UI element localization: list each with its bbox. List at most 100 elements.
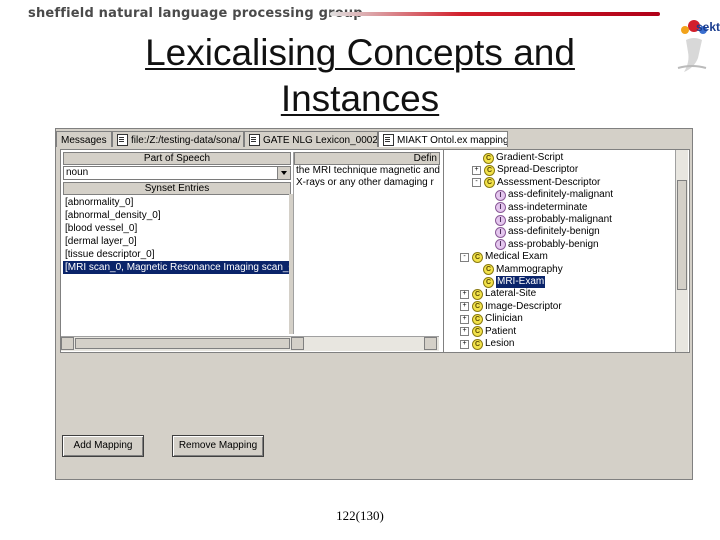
definition-header: Defin bbox=[294, 152, 440, 165]
tree-node[interactable]: C Mammography bbox=[472, 264, 563, 276]
mapping-icon bbox=[383, 134, 394, 146]
tree-node[interactable]: Iass-definitely-benign bbox=[484, 226, 600, 238]
definition-line: X-rays or any other damaging r bbox=[296, 177, 434, 188]
class-icon: C bbox=[472, 288, 483, 300]
expand-icon[interactable]: + bbox=[460, 327, 469, 337]
slide-title: Lexicalising Concepts and Instances bbox=[60, 30, 660, 122]
class-icon: C bbox=[483, 264, 494, 276]
tab-label: GATE NLG Lexicon_0002C bbox=[263, 134, 378, 146]
scrollbar-thumb[interactable] bbox=[677, 180, 687, 290]
remove-mapping-button[interactable]: Remove Mapping bbox=[172, 435, 264, 457]
instance-icon: I bbox=[495, 226, 506, 238]
ontolex-mapping-window: Messages file:/Z:/testing-data/sona/ GAT… bbox=[55, 128, 693, 480]
tree-node[interactable]: - C Medical Exam bbox=[460, 251, 548, 263]
tree-node[interactable]: C Gradient-Script bbox=[472, 152, 563, 164]
tree-node-label: Image-Descriptor bbox=[485, 300, 562, 312]
horizontal-scrollbar[interactable] bbox=[61, 336, 439, 351]
instance-icon: I bbox=[495, 239, 506, 251]
tree-node[interactable]: + C Lateral-Site bbox=[460, 288, 536, 300]
tree-node-label: ass-definitely-malignant bbox=[508, 189, 614, 201]
scroll-left-button[interactable] bbox=[61, 337, 74, 350]
class-icon: C bbox=[483, 276, 494, 288]
mapping-panel: Part of Speech noun Synset Entries [abno… bbox=[60, 149, 690, 353]
instance-icon: I bbox=[495, 202, 506, 214]
lexicon-column: Part of Speech noun Synset Entries [abno… bbox=[63, 152, 291, 336]
synset-entries-list: [abnormality_0] [abnormal_density_0] [bl… bbox=[63, 196, 291, 336]
tree-node[interactable]: Iass-indeterminate bbox=[484, 202, 587, 214]
tree-node[interactable]: Iass-probably-malignant bbox=[484, 214, 612, 226]
tree-node[interactable]: Iass-definitely-malignant bbox=[484, 189, 613, 201]
slide-title-line-1: Lexicalising Concepts and bbox=[145, 32, 575, 73]
part-of-speech-header: Part of Speech bbox=[63, 152, 291, 165]
class-icon: C bbox=[484, 164, 495, 176]
tree-node-label: Clinician bbox=[485, 313, 523, 325]
class-icon: C bbox=[472, 313, 483, 325]
class-icon: C bbox=[472, 326, 483, 338]
synset-entries-header-wrap: Synset Entries bbox=[63, 182, 291, 195]
tab-strip: Messages file:/Z:/testing-data/sona/ GAT… bbox=[56, 131, 692, 149]
add-mapping-button[interactable]: Add Mapping bbox=[62, 435, 144, 457]
scroll-right-button[interactable] bbox=[291, 337, 304, 350]
tab-label: file:/Z:/testing-data/sona/ bbox=[131, 134, 241, 146]
tab-ontolex-mapping[interactable]: MIAKT Ontol.ex mapping bbox=[378, 131, 508, 147]
tree-node[interactable]: - C Assessment-Descriptor bbox=[472, 177, 600, 189]
tree-node-label: Patient bbox=[485, 325, 517, 337]
tab-label: MIAKT Ontol.ex mapping bbox=[397, 134, 508, 146]
scroll-right-button-2[interactable] bbox=[424, 337, 437, 350]
class-icon: C bbox=[483, 152, 494, 164]
slide-title-line-2: Instances bbox=[280, 78, 440, 119]
page-number: 122(130) bbox=[336, 508, 384, 523]
document-icon bbox=[117, 134, 128, 146]
list-item[interactable]: [tissue descriptor_0] bbox=[63, 248, 291, 261]
definition-line: the MRI technique magnetic and bbox=[296, 165, 440, 176]
tree-node-label: ass-definitely-benign bbox=[508, 226, 600, 238]
tab-document[interactable]: file:/Z:/testing-data/sona/ bbox=[112, 131, 244, 147]
definition-column: Defin the MRI technique magnetic and X-r… bbox=[293, 152, 440, 334]
synset-entries-header: Synset Entries bbox=[63, 182, 291, 195]
class-icon: C bbox=[472, 301, 483, 313]
tree-node-label: Medical Exam bbox=[485, 251, 548, 263]
instance-icon: I bbox=[495, 214, 506, 226]
tree-node-label: Spread-Descriptor bbox=[497, 164, 579, 176]
expand-icon[interactable]: + bbox=[460, 302, 469, 312]
tree-node[interactable]: + C Lesion bbox=[460, 338, 514, 350]
tab-label: Messages bbox=[61, 134, 107, 146]
tree-node[interactable]: + C Clinician bbox=[460, 313, 523, 325]
tree-vertical-scrollbar[interactable] bbox=[675, 150, 688, 352]
part-of-speech-value: noun bbox=[66, 167, 89, 178]
sekt-logo-text: sekt bbox=[696, 20, 720, 34]
collapse-icon[interactable]: - bbox=[472, 178, 481, 188]
expand-icon[interactable]: + bbox=[472, 165, 481, 175]
list-item[interactable]: [dermal layer_0] bbox=[63, 235, 291, 248]
list-item[interactable]: [abnormal_density_0] bbox=[63, 209, 291, 222]
tab-messages[interactable]: Messages bbox=[56, 131, 112, 147]
tree-node-label: ass-indeterminate bbox=[508, 201, 588, 213]
tree-node-label: ass-probably-benign bbox=[508, 238, 599, 250]
lexicon-icon bbox=[249, 134, 260, 146]
tree-node[interactable]: Iass-probably-benign bbox=[484, 239, 599, 251]
list-item[interactable]: [blood vessel_0] bbox=[63, 222, 291, 235]
tree-node-label: Lesion bbox=[485, 338, 515, 349]
tree-node-label: Mammography bbox=[496, 263, 563, 275]
tree-node-label: Lateral-Site bbox=[485, 288, 537, 300]
tree-node[interactable]: + C Spread-Descriptor bbox=[472, 164, 578, 176]
tree-node[interactable]: + C Patient bbox=[460, 326, 516, 338]
header-brand: sheffield natural language processing gr… bbox=[28, 6, 363, 21]
class-icon: C bbox=[472, 338, 483, 350]
expand-icon[interactable]: + bbox=[460, 289, 469, 299]
tab-lexicon[interactable]: GATE NLG Lexicon_0002C bbox=[244, 131, 378, 147]
scrollbar-thumb[interactable] bbox=[75, 338, 290, 349]
tree-node[interactable]: + C Image-Descriptor bbox=[460, 301, 562, 313]
tree-node-label: Assessment-Descriptor bbox=[497, 176, 601, 188]
expand-icon[interactable]: + bbox=[460, 314, 469, 324]
chevron-down-icon[interactable] bbox=[277, 167, 290, 179]
class-icon: C bbox=[472, 251, 483, 263]
instance-icon: I bbox=[495, 189, 506, 201]
tree-node[interactable]: C MRI-Exam bbox=[472, 276, 546, 288]
expand-icon[interactable]: + bbox=[460, 339, 469, 349]
collapse-icon[interactable]: - bbox=[460, 252, 469, 262]
part-of-speech-select[interactable]: noun bbox=[63, 166, 291, 180]
list-item[interactable]: [abnormality_0] bbox=[63, 196, 291, 209]
list-item-selected[interactable]: [MRI scan_0, Magnetic Resonance Imaging … bbox=[63, 261, 291, 274]
ontology-tree: C Gradient-Script + C Spread-Descriptor - C Ass… bbox=[443, 150, 688, 352]
